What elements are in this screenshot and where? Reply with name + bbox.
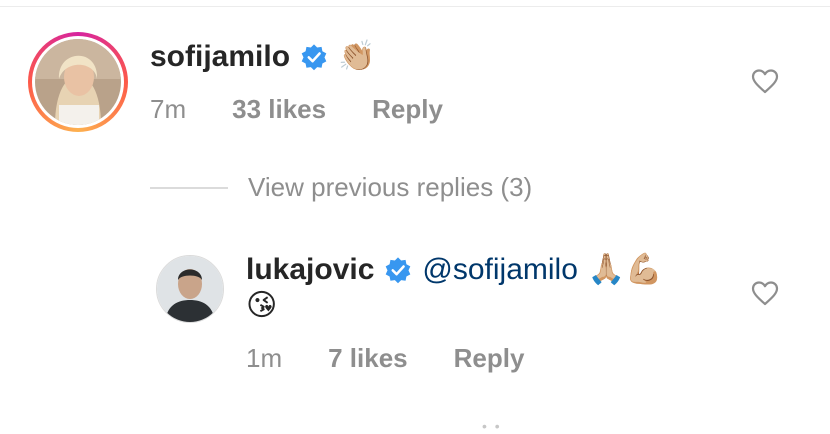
reply-button[interactable]: Reply (454, 343, 525, 374)
verified-badge-icon (301, 44, 327, 71)
likes-count[interactable]: 7 likes (328, 343, 408, 374)
heart-outline-icon[interactable] (751, 68, 779, 94)
comment-text: 👏🏼 (338, 40, 376, 73)
more-indicator-icon: • • (482, 418, 502, 434)
view-previous-replies[interactable]: View previous replies (3) (150, 172, 532, 203)
avatar[interactable] (35, 39, 121, 125)
heart-outline-icon[interactable] (751, 280, 779, 306)
comment-text: 🙏🏼💪🏼 (587, 253, 663, 286)
comment-text-line2: 😘 (246, 289, 278, 322)
username[interactable]: lukajovic (246, 253, 374, 287)
comment-lukajovic: lukajovic @sofijamilo 🙏🏼💪🏼 😘 1m 7 likes … (0, 250, 830, 380)
timestamp[interactable]: 7m (150, 94, 186, 125)
avatar[interactable] (156, 255, 224, 323)
replies-divider (150, 186, 228, 189)
timestamp[interactable]: 1m (246, 343, 282, 374)
verified-badge-icon (386, 257, 411, 284)
mention-link[interactable]: @sofijamilo (422, 253, 578, 287)
likes-count[interactable]: 33 likes (232, 94, 326, 125)
username[interactable]: sofijamilo (150, 40, 290, 74)
comment-sofijamilo: sofijamilo 👏🏼 7m 33 likes Reply (0, 32, 830, 142)
top-divider (0, 6, 830, 7)
view-previous-replies-label[interactable]: View previous replies (3) (248, 172, 532, 203)
reply-button[interactable]: Reply (372, 94, 443, 125)
